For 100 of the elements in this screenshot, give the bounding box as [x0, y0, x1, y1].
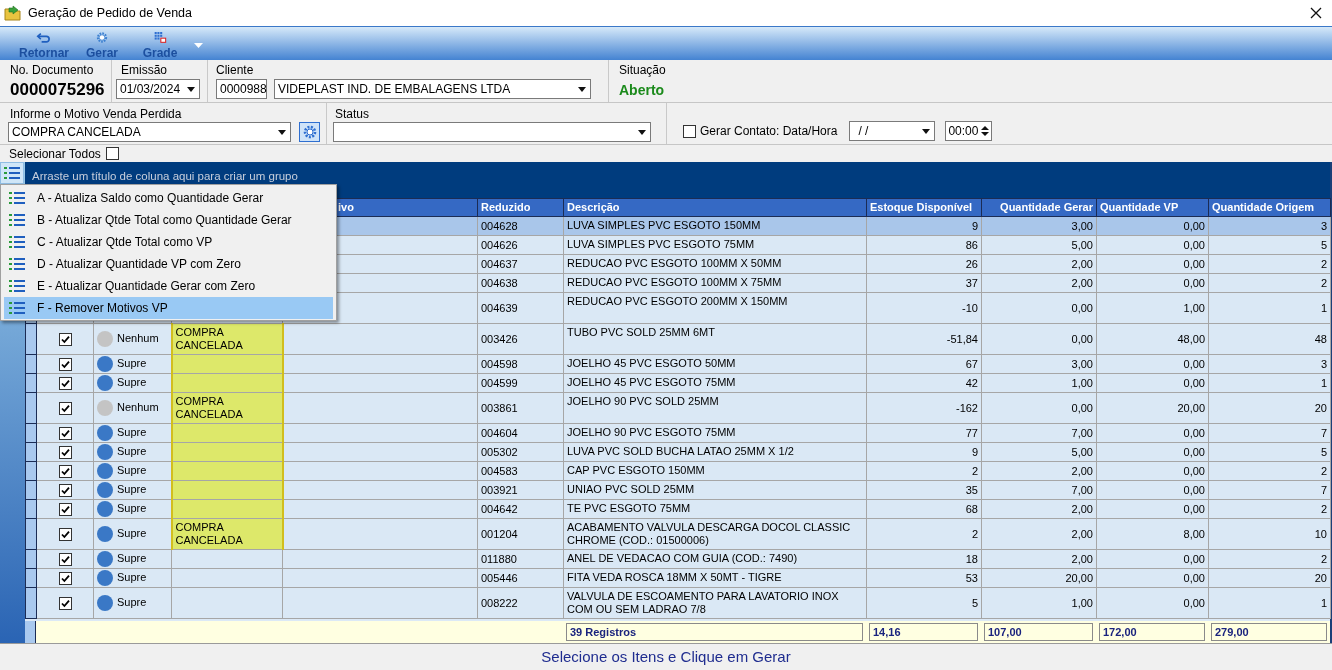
- table-cell: 0,00: [1096, 568, 1209, 588]
- checkbox[interactable]: [58, 426, 72, 440]
- list-icon: [9, 302, 25, 314]
- status-field[interactable]: [333, 122, 651, 142]
- table-cell: 0,00: [1096, 254, 1209, 274]
- table-cell: 0,00: [1096, 235, 1209, 255]
- table-cell: 0,00: [1096, 423, 1209, 443]
- options-button[interactable]: [299, 122, 320, 142]
- checkbox[interactable]: [58, 596, 72, 610]
- table-cell: 5,00: [981, 235, 1097, 255]
- table-cell: 0,00: [1096, 480, 1209, 500]
- field-label: Status: [334, 107, 371, 121]
- status-label: Nenhum: [117, 400, 159, 413]
- checkbox[interactable]: [58, 502, 72, 516]
- status-label: Supre: [117, 356, 147, 369]
- table-row[interactable]: Supre 008222 VALVULA DE ESCOAMENTO PARA LAVATORIO INOX COM OU SEM LADRAO 7/8 5 1,00 0,00 1: [25, 587, 1331, 619]
- table-cell: TE PVC ESGOTO 75MM: [563, 499, 867, 519]
- list-icon: [9, 280, 25, 292]
- table-cell: 2,00: [981, 518, 1097, 550]
- table-cell: 0,00: [1096, 373, 1209, 393]
- checkbox[interactable]: [58, 571, 72, 585]
- table-cell: JOELHO 90 PVC ESGOTO 75MM: [563, 423, 867, 443]
- caret-icon[interactable]: [638, 129, 646, 135]
- table-row[interactable]: Nenhum COMPRA CANCELADA 003861 JOELHO 90 PVC SOLD 25MM -162 0,00 20,00 20: [25, 392, 1331, 424]
- table-cell: -162: [866, 392, 982, 424]
- table-cell: 2: [866, 518, 982, 550]
- table-cell: 2: [1208, 273, 1331, 293]
- column-header[interactable]: Descrição: [563, 198, 867, 217]
- caret-icon[interactable]: [578, 86, 586, 92]
- checkbox[interactable]: [58, 376, 72, 390]
- checkbox[interactable]: [58, 332, 72, 346]
- date-field[interactable]: / /: [849, 121, 936, 141]
- table-cell: 2,00: [981, 461, 1097, 481]
- field-label: No. Documento: [10, 63, 95, 77]
- table-cell: 011880: [477, 549, 564, 569]
- total-cell: 172,00: [1099, 623, 1205, 641]
- table-cell: 0,00: [1096, 549, 1209, 569]
- client-name-field[interactable]: VIDEPLAST IND. DE EMBALAGENS LTDA: [274, 79, 591, 99]
- grid-icon: [152, 32, 168, 43]
- row-indicator: [25, 442, 37, 462]
- field-label: Cliente: [216, 63, 255, 77]
- table-cell: 004638: [477, 273, 564, 293]
- caret-icon[interactable]: [278, 129, 286, 135]
- checkbox[interactable]: [58, 527, 72, 541]
- time-field[interactable]: 00:00: [945, 121, 993, 141]
- checkbox[interactable]: [58, 552, 72, 566]
- checkbox[interactable]: [683, 124, 696, 138]
- document-number: 0000075296: [10, 79, 106, 101]
- checkbox[interactable]: [58, 445, 72, 459]
- close-icon[interactable]: [1310, 7, 1322, 19]
- field-label: Informe o Motivo Venda Perdida: [9, 107, 183, 121]
- caret-icon[interactable]: [922, 128, 931, 134]
- status-message: Selecione os Itens e Clique em Gerar: [0, 643, 1332, 670]
- row-indicator: [25, 480, 37, 500]
- table-row[interactable]: Nenhum COMPRA CANCELADA 003426 TUBO PVC SOLD 25MM 6MT -51,84 0,00 48,00 48: [25, 323, 1331, 355]
- column-header[interactable]: Quantidade Origem: [1208, 198, 1331, 217]
- table-cell: 0,00: [1096, 273, 1209, 293]
- table-cell: COMPRA CANCELADA: [171, 392, 283, 424]
- checkbox[interactable]: [58, 464, 72, 478]
- checkbox[interactable]: [58, 357, 72, 371]
- table-cell: 004583: [477, 461, 564, 481]
- caret-icon[interactable]: [187, 86, 195, 92]
- client-code-field[interactable]: 0000988: [216, 79, 267, 99]
- status-label: Supre: [117, 551, 147, 564]
- menu-button[interactable]: [0, 162, 24, 184]
- table-cell: 1: [1208, 292, 1331, 324]
- checkbox[interactable]: [58, 483, 72, 497]
- reason-field[interactable]: COMPRA CANCELADA: [8, 122, 291, 142]
- list-icon: [9, 214, 25, 226]
- group-hint: Arraste um título de coluna aqui para criar um grupo: [32, 170, 298, 182]
- list-icon: [4, 167, 20, 179]
- table-cell: ACABAMENTO VALVULA DESCARGA DOCOL CLASSIC CHROME (COD.: 01500006): [563, 518, 867, 550]
- table-cell: 0,00: [1096, 587, 1209, 619]
- list-icon: [9, 192, 25, 204]
- list-icon: [9, 258, 25, 270]
- gear-icon: [302, 125, 317, 139]
- status-label: Nenhum: [117, 331, 159, 344]
- column-header[interactable]: Reduzido: [477, 198, 564, 217]
- checkbox[interactable]: [58, 401, 72, 415]
- table-cell: REDUCAO PVC ESGOTO 200MM X 150MM: [563, 292, 867, 324]
- column-header[interactable]: Quantidade Gerar: [981, 198, 1097, 217]
- table-cell: 2,00: [981, 254, 1097, 274]
- checkbox[interactable]: [105, 147, 119, 160]
- column-header[interactable]: Estoque Disponível: [866, 198, 982, 217]
- spin-icon[interactable]: [981, 125, 990, 137]
- table-row[interactable]: Supre COMPRA CANCELADA 001204 ACABAMENTO VALVULA DESCARGA DOCOL CLASSIC CHROME (COD.: 01500006) 2 2,00 8,00 10: [25, 518, 1331, 550]
- table-cell: TUBO PVC SOLD 25MM 6MT: [563, 323, 867, 355]
- table-cell: 003921: [477, 480, 564, 500]
- table-cell: JOELHO 45 PVC ESGOTO 75MM: [563, 373, 867, 393]
- table-cell: 004604: [477, 423, 564, 443]
- table-cell: 004599: [477, 373, 564, 393]
- table-cell: ANEL DE VEDACAO COM GUIA (COD.: 7490): [563, 549, 867, 569]
- table-cell: CAP PVC ESGOTO 150MM: [563, 461, 867, 481]
- date-field[interactable]: 01/03/2024: [116, 79, 200, 99]
- table-cell: 2: [866, 461, 982, 481]
- table-cell: LUVA SIMPLES PVC ESGOTO 150MM: [563, 216, 867, 236]
- column-header[interactable]: Quantidade VP: [1096, 198, 1209, 217]
- gear-icon: [95, 32, 109, 43]
- field-label: Emissão: [120, 63, 168, 77]
- table-cell: 004642: [477, 499, 564, 519]
